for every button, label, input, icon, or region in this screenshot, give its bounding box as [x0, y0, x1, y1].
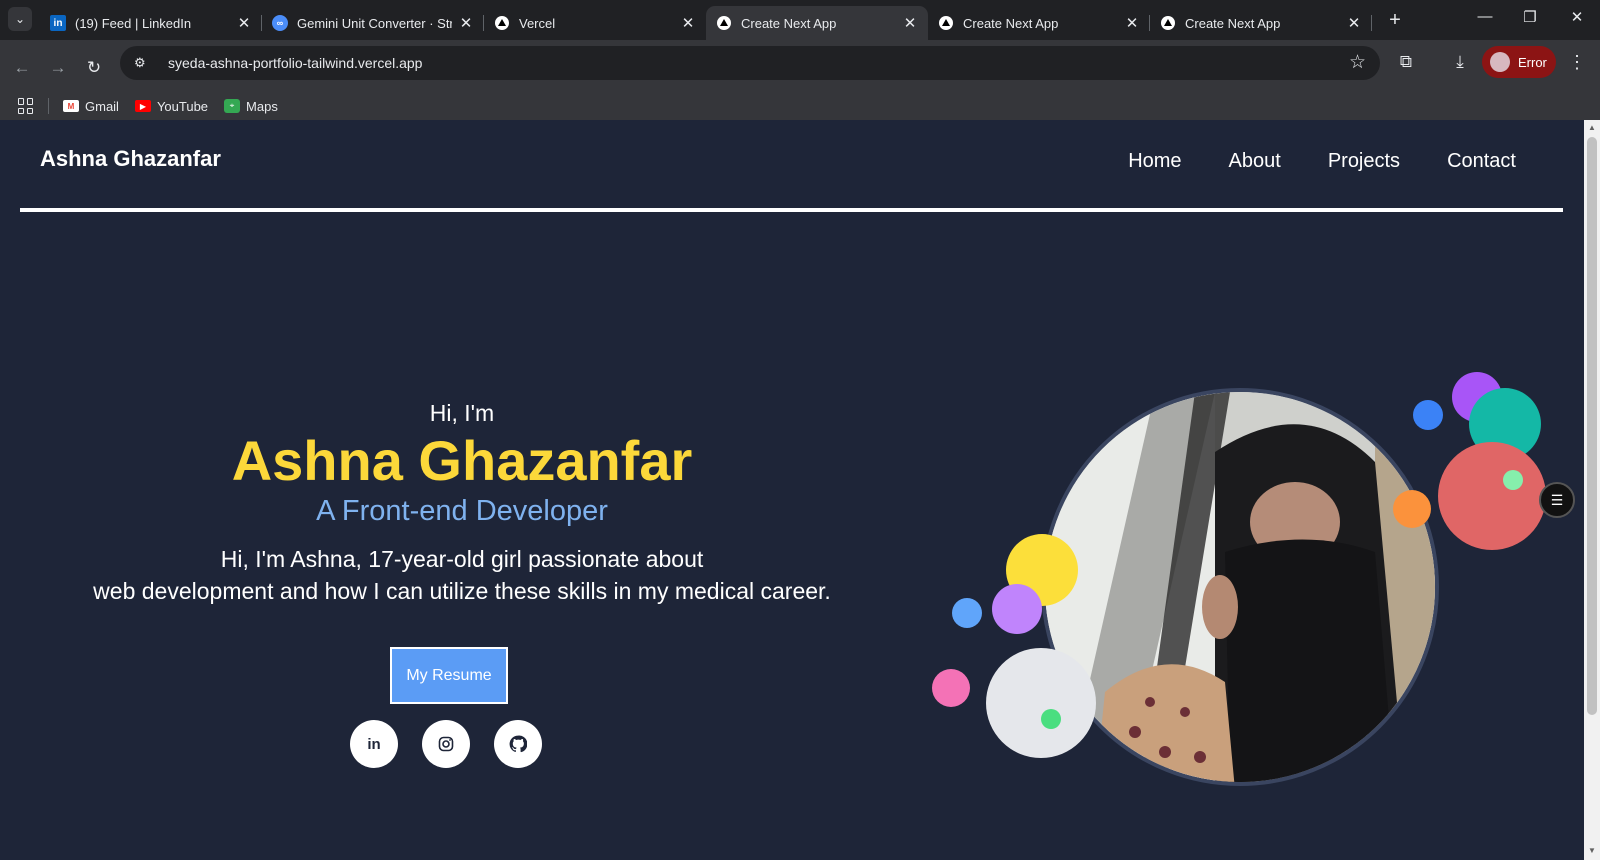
- profile-photo-image: [1045, 392, 1435, 782]
- bookmark-youtube[interactable]: ▶ YouTube: [134, 98, 209, 114]
- tab-title: Create Next App: [741, 15, 837, 31]
- tab-title: Create Next App: [963, 15, 1059, 31]
- back-button[interactable]: ←: [7, 53, 37, 83]
- bookmark-star-icon[interactable]: ☆: [1349, 51, 1366, 74]
- minimize-button[interactable]: —: [1470, 8, 1500, 25]
- bookmark-label: Gmail: [85, 98, 119, 114]
- tab-search-button[interactable]: ⌄: [8, 7, 32, 31]
- linkedin-link[interactable]: in: [350, 720, 398, 768]
- close-icon[interactable]: ✕: [902, 14, 918, 32]
- page-scrollbar[interactable]: ▲ ▼: [1584, 120, 1600, 860]
- close-icon[interactable]: ✕: [1124, 14, 1140, 32]
- hero-role: A Front-end Developer: [316, 495, 608, 527]
- hero-intro: Hi, I'm Ashna Ghazanfar A Front-end Deve…: [0, 400, 924, 607]
- close-window-button[interactable]: ✕: [1562, 8, 1592, 26]
- tab-create-next-app-active[interactable]: Create Next App ✕: [706, 6, 928, 40]
- decor-bubble: [992, 584, 1042, 634]
- github-icon: [509, 735, 527, 753]
- gmail-icon: M: [63, 100, 79, 112]
- site-settings-icon[interactable]: ⚙: [134, 55, 154, 71]
- linkedin-icon: in: [367, 735, 381, 753]
- decor-bubble: [1413, 400, 1443, 430]
- downloads-icon[interactable]: ⤓: [1446, 52, 1474, 72]
- site-nav: Home About Projects Contact: [1128, 150, 1516, 173]
- instagram-link[interactable]: [422, 720, 470, 768]
- reload-button[interactable]: ↻: [79, 53, 109, 83]
- tab-create-next-app[interactable]: Create Next App ✕: [1150, 6, 1372, 40]
- nav-contact[interactable]: Contact: [1447, 150, 1516, 173]
- tab-vercel[interactable]: Vercel ✕: [484, 6, 706, 40]
- profile-photo: [1041, 388, 1439, 786]
- tab-create-next-app[interactable]: Create Next App ✕: [928, 6, 1150, 40]
- menu-icon[interactable]: ⋮: [1568, 52, 1586, 73]
- new-tab-button[interactable]: +: [1383, 10, 1407, 30]
- tab-title: (19) Feed | LinkedIn: [75, 15, 192, 31]
- bookmark-gmail[interactable]: M Gmail: [63, 99, 119, 114]
- decor-bubble: [1438, 442, 1546, 550]
- close-icon[interactable]: ✕: [458, 14, 474, 32]
- decor-bubble: [952, 598, 982, 628]
- bookmark-maps[interactable]: ⌖ Maps: [224, 99, 278, 114]
- decor-bubble: [1041, 709, 1061, 729]
- tab-title: Vercel: [519, 15, 556, 31]
- scroll-up-icon[interactable]: ▲: [1588, 123, 1596, 132]
- forward-button[interactable]: →: [43, 53, 73, 83]
- nav-divider: [20, 208, 1563, 212]
- hero-bio: Hi, I'm Ashna, 17-year-old girl passiona…: [0, 543, 924, 607]
- vercel-icon: [494, 15, 510, 31]
- restore-button[interactable]: ❐: [1515, 8, 1545, 26]
- nav-home[interactable]: Home: [1128, 150, 1181, 173]
- nav-projects[interactable]: Projects: [1328, 150, 1400, 173]
- avatar: [1490, 52, 1510, 72]
- close-icon[interactable]: ✕: [680, 14, 696, 32]
- site-brand[interactable]: Ashna Ghazanfar: [40, 146, 221, 172]
- floating-widget-button[interactable]: ☰: [1539, 482, 1575, 518]
- tab-title: Create Next App: [1185, 15, 1281, 31]
- resume-button[interactable]: My Resume: [390, 647, 508, 704]
- linkedin-icon: in: [50, 15, 66, 31]
- instagram-icon: [438, 736, 454, 752]
- close-icon[interactable]: ✕: [236, 14, 252, 32]
- youtube-icon: ▶: [134, 100, 151, 112]
- bookmark-label: YouTube: [156, 98, 209, 114]
- decor-bubble: [1503, 470, 1523, 490]
- tab-title: Gemini Unit Converter · Strea: [297, 15, 452, 31]
- maps-icon: ⌖: [224, 99, 241, 113]
- decor-bubble: [932, 669, 970, 707]
- vercel-icon: [1160, 15, 1176, 31]
- decor-bubble: [986, 648, 1096, 758]
- portfolio-page: Ashna Ghazanfar Home About Projects Cont…: [0, 120, 1584, 860]
- hero-greeting: Hi, I'm: [429, 400, 495, 426]
- hero-bio-line: Hi, I'm Ashna, 17-year-old girl passiona…: [220, 546, 704, 572]
- close-icon[interactable]: ✕: [1346, 14, 1362, 32]
- tabs: in (19) Feed | LinkedIn ✕ ∞ Gemini Unit …: [40, 6, 1372, 40]
- extensions-icon[interactable]: ⧉: [1392, 52, 1420, 72]
- profile-label: Error: [1518, 54, 1547, 70]
- scroll-down-icon[interactable]: ▼: [1588, 846, 1596, 855]
- github-link[interactable]: [494, 720, 542, 768]
- scroll-thumb[interactable]: [1587, 137, 1597, 715]
- vercel-icon: [938, 15, 954, 31]
- tab-gemini[interactable]: ∞ Gemini Unit Converter · Strea ✕: [262, 6, 484, 40]
- vercel-icon: [716, 15, 732, 31]
- nav-about[interactable]: About: [1229, 150, 1281, 173]
- bookmark-label: Maps: [246, 98, 278, 114]
- profile-button[interactable]: Error: [1482, 46, 1556, 78]
- url-text: syeda-ashna-portfolio-tailwind.vercel.ap…: [168, 55, 423, 71]
- browser-toolbar: ← → ↻ ⚙ syeda-ashna-portfolio-tailwind.v…: [0, 40, 1600, 126]
- tab-linkedin[interactable]: in (19) Feed | LinkedIn ✕: [40, 6, 262, 40]
- hero-name: Ashna Ghazanfar: [231, 429, 693, 492]
- decor-bubble: [1393, 490, 1431, 528]
- hero-bio-line: web development and how I can utilize th…: [93, 578, 831, 604]
- apps-icon[interactable]: [18, 98, 34, 114]
- tab-strip: ⌄ in (19) Feed | LinkedIn ✕ ∞ Gemini Uni…: [0, 0, 1600, 40]
- streamlit-icon: ∞: [272, 15, 288, 31]
- address-bar[interactable]: ⚙ syeda-ashna-portfolio-tailwind.vercel.…: [120, 46, 1380, 80]
